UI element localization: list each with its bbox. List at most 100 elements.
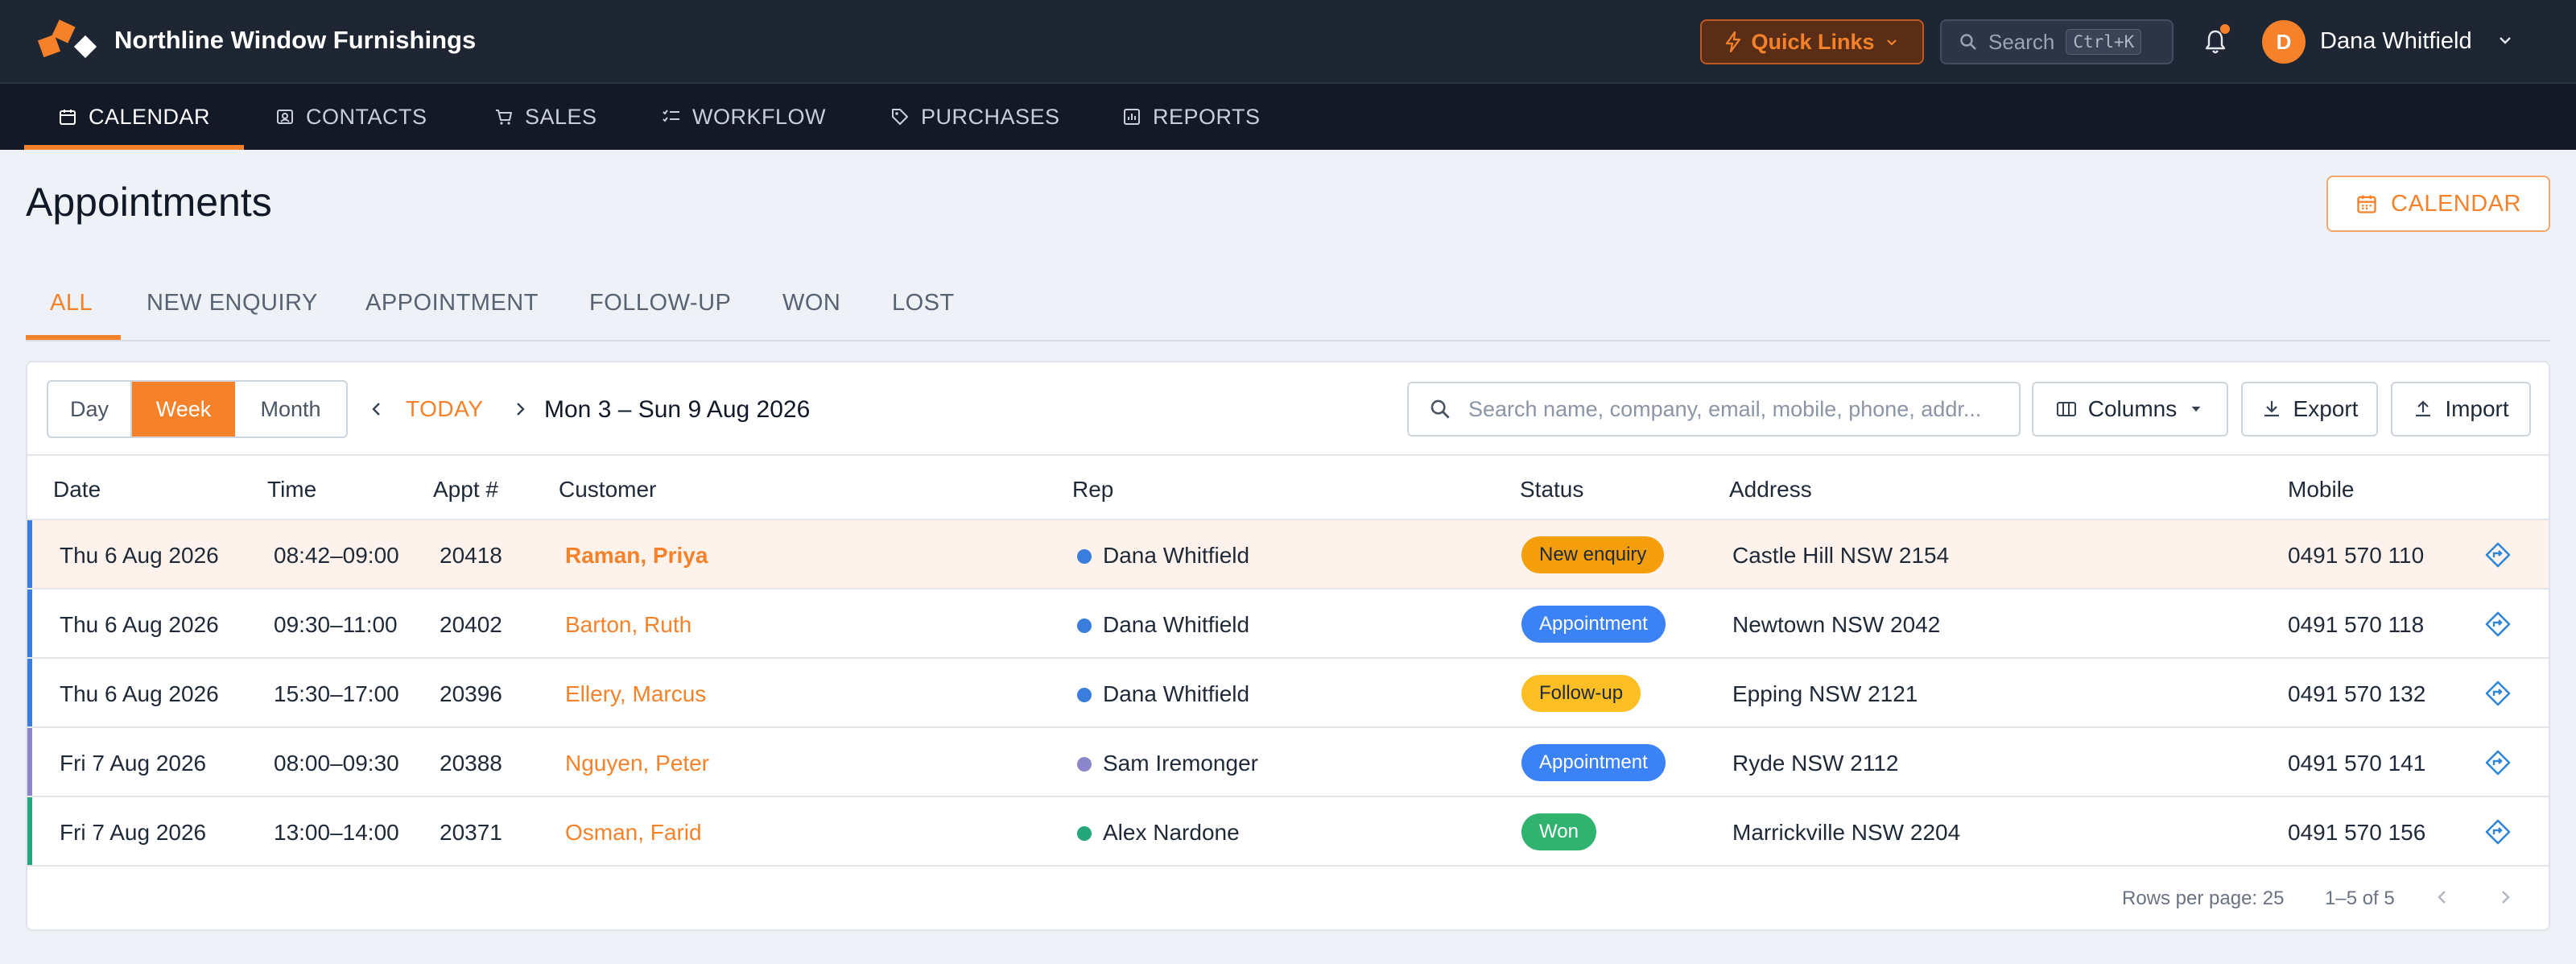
directions-icon[interactable] <box>2484 818 2512 846</box>
report-icon <box>1124 109 1140 125</box>
quick-links-button[interactable]: Quick Links <box>1700 19 1924 64</box>
cell-time: 08:42–09:00 <box>274 543 399 568</box>
today-button[interactable]: TODAY <box>406 396 483 422</box>
export-button[interactable]: Export <box>2241 382 2378 436</box>
tab-appointment[interactable]: APPOINTMENT <box>365 290 539 317</box>
previous-page-chevron-icon[interactable] <box>2431 886 2454 908</box>
tab-won[interactable]: WON <box>782 290 840 317</box>
cell-appt-number: 20388 <box>440 751 502 776</box>
row-rep-accent <box>27 520 32 588</box>
global-search-label: Search <box>1988 29 2055 54</box>
calendar-icon <box>2357 195 2376 213</box>
view-week-button[interactable]: Week <box>132 382 235 436</box>
table-search-input[interactable]: Search name, company, email, mobile, pho… <box>1407 382 2021 436</box>
brand-name[interactable]: Northline Window Furnishings <box>114 26 476 55</box>
table-search-placeholder: Search name, company, email, mobile, pho… <box>1468 396 1982 421</box>
date-range-label: Mon 3 – Sun 9 Aug 2026 <box>544 396 811 423</box>
search-icon <box>1960 34 1976 50</box>
table-row[interactable]: Fri 7 Aug 2026 13:00–14:00 20371 Osman, … <box>27 797 2549 867</box>
pagination-range: 1–5 of 5 <box>2325 887 2395 909</box>
view-month-button[interactable]: Month <box>235 382 346 436</box>
quick-links-label: Quick Links <box>1751 29 1875 54</box>
directions-icon[interactable] <box>2484 749 2512 776</box>
column-header-date[interactable]: Date <box>53 477 101 503</box>
directions-icon[interactable] <box>2484 541 2512 569</box>
cell-rep: Alex Nardone <box>1103 820 1240 845</box>
cell-time: 09:30–11:00 <box>274 612 398 637</box>
cell-mobile: 0491 570 132 <box>2288 681 2426 706</box>
cell-customer-link[interactable]: Osman, Farid <box>565 820 702 846</box>
table-row[interactable]: Thu 6 Aug 2026 15:30–17:00 20396 Ellery,… <box>27 659 2549 728</box>
tab-all[interactable]: ALL <box>50 290 93 317</box>
next-page-chevron-icon[interactable] <box>2494 886 2516 908</box>
calendar-view-button[interactable]: CALENDAR <box>2326 176 2550 232</box>
column-header-status[interactable]: Status <box>1520 477 1583 503</box>
rep-color-dot <box>1077 757 1092 772</box>
import-button[interactable]: Import <box>2391 382 2531 436</box>
row-rep-accent <box>27 659 32 726</box>
previous-week-chevron-icon[interactable] <box>365 398 388 420</box>
tab-lost[interactable]: LOST <box>892 290 955 317</box>
status-badge: Appointment <box>1521 744 1666 781</box>
search-icon <box>1430 399 1450 419</box>
cell-address: Marrickville NSW 2204 <box>1732 820 1961 845</box>
cell-rep: Dana Whitfield <box>1103 681 1250 706</box>
table-header-row: Date Time Appt # Customer Rep Status Add… <box>27 454 2549 520</box>
nav-sales-label: SALES <box>525 104 597 129</box>
nav-workflow[interactable]: WORKFLOW <box>662 84 826 150</box>
main-nav: CALENDAR CONTACTS SALES WORKFLOW PURCHAS… <box>0 84 2576 150</box>
tab-follow-up[interactable]: FOLLOW-UP <box>589 290 731 317</box>
cell-mobile: 0491 570 156 <box>2288 820 2426 845</box>
cell-appt-number: 20402 <box>440 612 502 637</box>
table-row[interactable]: Thu 6 Aug 2026 08:42–09:00 20418 Raman, … <box>27 520 2549 590</box>
cell-address: Epping NSW 2121 <box>1732 681 1918 706</box>
column-header-customer[interactable]: Customer <box>559 477 656 503</box>
next-week-chevron-icon[interactable] <box>509 398 531 420</box>
cell-customer-link[interactable]: Raman, Priya <box>565 543 708 569</box>
status-badge: Appointment <box>1521 606 1666 643</box>
user-avatar[interactable]: D <box>2262 20 2306 64</box>
cell-time: 13:00–14:00 <box>274 820 399 845</box>
nav-reports[interactable]: REPORTS <box>1122 84 1261 150</box>
cell-rep: Dana Whitfield <box>1103 543 1250 568</box>
rows-per-page-selector[interactable]: Rows per page: 25 <box>2122 887 2284 910</box>
nav-sales[interactable]: SALES <box>494 84 597 150</box>
nav-calendar[interactable]: CALENDAR <box>24 84 245 150</box>
lightning-icon <box>1726 31 1741 52</box>
columns-button[interactable]: Columns <box>2032 382 2228 436</box>
column-header-rep[interactable]: Rep <box>1072 477 1113 503</box>
cell-customer-link[interactable]: Nguyen, Peter <box>565 751 709 776</box>
chevron-down-icon <box>1886 39 1897 46</box>
global-search-button[interactable]: Search Ctrl+K <box>1940 19 2174 64</box>
table-row[interactable]: Fri 7 Aug 2026 08:00–09:30 20388 Nguyen,… <box>27 728 2549 797</box>
tab-new-enquiry[interactable]: NEW ENQUIRY <box>147 290 318 317</box>
download-icon <box>2264 401 2279 417</box>
cell-customer-link[interactable]: Barton, Ruth <box>565 612 691 638</box>
cell-date: Thu 6 Aug 2026 <box>60 681 219 706</box>
user-name[interactable]: Dana Whitfield <box>2320 28 2472 55</box>
export-label: Export <box>2293 396 2359 421</box>
user-menu-chevron-icon[interactable] <box>2496 31 2515 50</box>
tabs-divider <box>26 340 2550 341</box>
calendar-icon <box>60 110 76 125</box>
row-rep-accent <box>27 590 32 657</box>
directions-icon[interactable] <box>2484 610 2512 638</box>
cell-customer-link[interactable]: Ellery, Marcus <box>565 681 706 707</box>
nav-purchases[interactable]: PURCHASES <box>890 84 1060 150</box>
directions-icon[interactable] <box>2484 680 2512 707</box>
cell-time: 08:00–09:30 <box>274 751 399 776</box>
nav-contacts[interactable]: CONTACTS <box>275 84 427 150</box>
column-header-time[interactable]: Time <box>267 477 316 503</box>
view-day-button[interactable]: Day <box>48 382 132 436</box>
column-header-address[interactable]: Address <box>1729 477 1812 503</box>
table-row[interactable]: Thu 6 Aug 2026 09:30–11:00 20402 Barton,… <box>27 590 2549 659</box>
nav-reports-label: REPORTS <box>1153 104 1261 129</box>
column-header-mobile[interactable]: Mobile <box>2288 477 2354 503</box>
cell-mobile: 0491 570 118 <box>2288 612 2425 637</box>
cart-icon <box>496 110 512 125</box>
rep-color-dot <box>1077 549 1092 564</box>
cell-address: Newtown NSW 2042 <box>1732 612 1941 637</box>
rep-color-dot <box>1077 688 1092 702</box>
column-header-appt-number[interactable]: Appt # <box>433 477 498 503</box>
cell-appt-number: 20396 <box>440 681 502 706</box>
